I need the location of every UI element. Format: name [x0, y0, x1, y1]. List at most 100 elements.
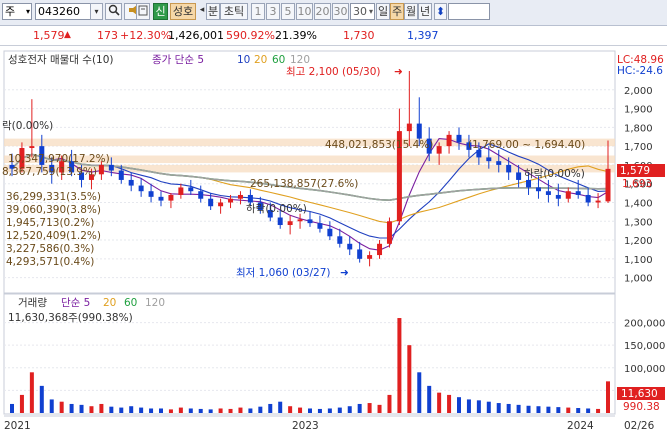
price-legend-120: 120 — [290, 54, 310, 66]
period-5-label: 5 — [284, 5, 292, 18]
code-value: 043260 — [38, 5, 80, 18]
period-5-button[interactable]: 5 — [281, 3, 295, 20]
volume-bar — [178, 407, 183, 413]
volume-bar — [19, 394, 24, 413]
volume-bar — [437, 392, 442, 413]
period-1-button[interactable]: 1 — [251, 3, 265, 20]
volume-y-tick: 200,000 — [624, 319, 665, 330]
price-y-tick: 1,900 — [624, 105, 653, 116]
candle-body — [367, 255, 373, 259]
x-label-2023: 2023 — [292, 420, 319, 432]
candle-body — [237, 194, 243, 199]
search-icon[interactable] — [105, 3, 122, 20]
period-20-button[interactable]: 20 — [314, 3, 331, 20]
volume-bar — [10, 403, 14, 413]
vp-label-6: 12,520,409(1.2%) — [6, 230, 101, 242]
code-dropdown-icon[interactable]: ▾ — [90, 3, 103, 20]
month-button[interactable]: 월 — [404, 3, 418, 20]
candle-body — [158, 196, 164, 201]
chart-area[interactable]: 2,0001,9001,8001,7001,6001,5001,4001,300… — [0, 47, 667, 434]
price-y-tick: 1,700 — [624, 142, 653, 153]
price-legend-title: 성호전자 매물대 수(10) — [8, 54, 114, 66]
volume-bar — [566, 407, 571, 413]
x-label-2024: 2024 — [567, 420, 594, 432]
low-annotation: 최저 1,060 (03/27) — [236, 267, 331, 279]
period-minute-button[interactable]: 분 — [206, 3, 220, 20]
vp-label-8: 4,293,571(0.4%) — [6, 256, 94, 268]
candle-body — [357, 249, 363, 259]
tick-button[interactable]: 초틱 — [220, 3, 248, 20]
year-label: 년 — [419, 5, 431, 18]
volume-bar — [317, 408, 322, 413]
volume-bar — [377, 404, 382, 413]
candle-body — [307, 219, 313, 224]
volume-bar — [536, 406, 541, 413]
count-input[interactable] — [448, 3, 490, 20]
price-y-tick: 1,300 — [624, 217, 653, 228]
prev-arrow-icon[interactable]: ◂ — [198, 3, 206, 20]
candle-body — [98, 164, 104, 175]
volume-bar — [556, 407, 561, 413]
period-30-button[interactable]: 30 — [332, 3, 349, 20]
custom-period-value: 30 — [353, 5, 367, 18]
volume-legend-120: 120 — [145, 297, 165, 309]
candle-body — [29, 146, 35, 149]
candle-body — [476, 149, 482, 158]
period-3-button[interactable]: 3 — [266, 3, 280, 20]
volume-bar — [606, 381, 610, 413]
credit-badge[interactable]: 신 — [153, 3, 168, 20]
volume-bar — [119, 407, 124, 413]
chevron-down-icon: ▾ — [25, 7, 30, 16]
period-30-label: 30 — [333, 5, 348, 18]
current-price: 1,579 — [33, 29, 65, 42]
candle-body — [516, 172, 522, 180]
turnover-rate: 21.39% — [275, 29, 317, 42]
candle-body — [446, 134, 452, 147]
custom-period-select[interactable]: 30 ▾ — [350, 3, 375, 20]
day-button[interactable]: 일 — [376, 3, 390, 20]
price-y-tick: 1,100 — [624, 255, 653, 266]
candle-body — [486, 157, 492, 162]
candle-body — [297, 219, 303, 222]
volume-bar — [298, 407, 303, 413]
volume-bar — [248, 408, 253, 413]
volume-bar — [278, 401, 283, 413]
volume-ratio: 590.92% — [226, 29, 275, 42]
week-button[interactable]: 주 — [390, 3, 404, 20]
volume-bar — [367, 403, 372, 413]
period-10-button[interactable]: 10 — [296, 3, 313, 20]
vp-label-0: 락(0.00%) — [2, 120, 53, 132]
year-button[interactable]: 년 — [418, 3, 432, 20]
stock-name-button[interactable]: 성호 — [170, 3, 196, 20]
volume-bar — [586, 408, 591, 413]
period-10-label: 10 — [297, 5, 312, 18]
volume-bar — [69, 403, 74, 413]
volume-bar — [516, 404, 521, 413]
candle-body — [545, 191, 551, 195]
up-down-arrow-icon[interactable]: ⬍ — [434, 3, 447, 20]
candle-body — [506, 164, 512, 173]
volume-bar — [39, 385, 44, 413]
x-label-date: 02/26 — [624, 420, 655, 432]
vp-center-label: 265,138,857(27.6%) — [250, 178, 358, 190]
period-minute-label: 분 — [207, 5, 219, 18]
candle-body — [456, 134, 462, 143]
vp-label-2: 8,367,759(13.9%) — [2, 166, 97, 178]
volume-bar — [238, 407, 243, 413]
day-label: 일 — [377, 5, 389, 18]
volume-bar — [308, 408, 312, 413]
drop-label-left: 하락(0.00%) — [246, 202, 307, 215]
volume-bar — [417, 372, 422, 413]
candle-body — [228, 198, 234, 203]
share-icon[interactable] — [136, 3, 150, 20]
volume-bar — [139, 407, 144, 413]
drop-label-right: 하락(0.00%) — [524, 167, 585, 180]
price-y-tick: 1,400 — [624, 198, 653, 209]
volume-bar — [288, 406, 293, 413]
mode-select[interactable]: 주 ▾ — [2, 3, 32, 20]
volume-bar — [506, 403, 511, 413]
candle-body — [168, 194, 174, 201]
volume-tag-2: 990.38 — [623, 401, 660, 413]
volume-bar — [99, 403, 104, 413]
hc-label: HC:-24.6 — [617, 65, 663, 77]
